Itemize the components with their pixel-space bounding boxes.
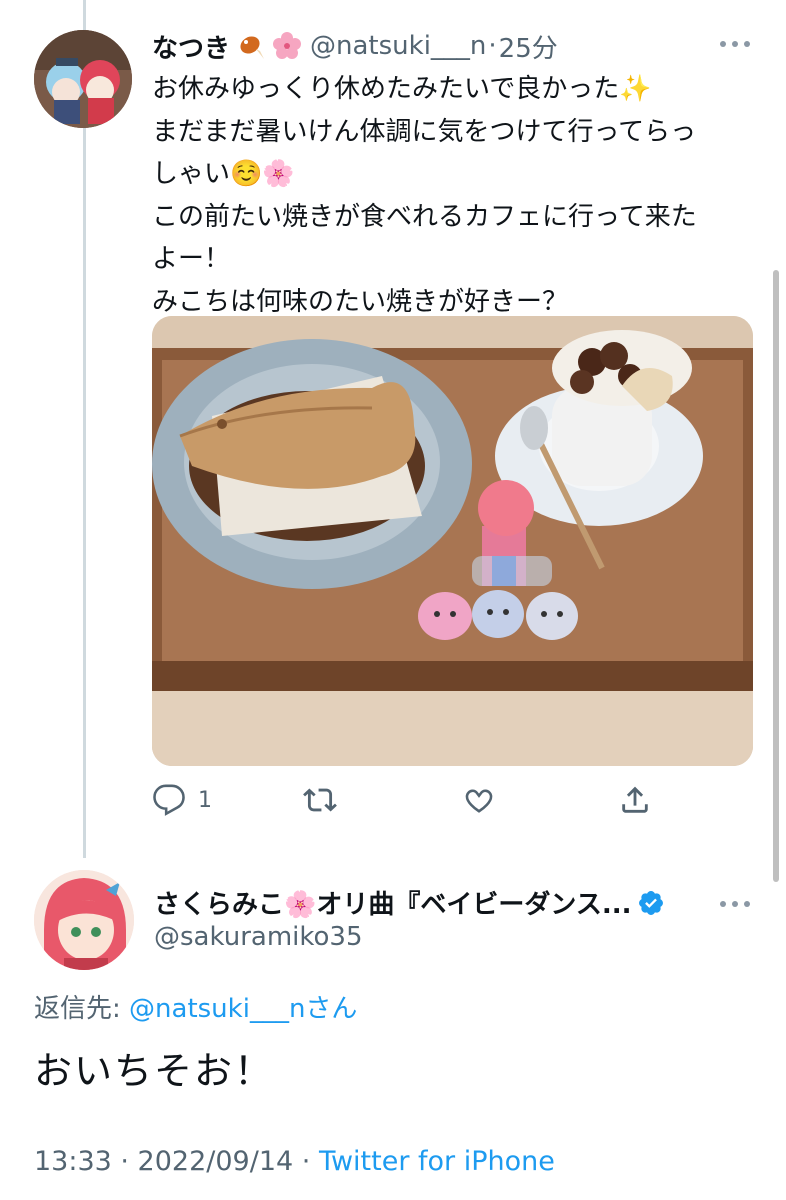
display-name[interactable]: なつき [152,28,230,65]
source-link[interactable]: Twitter for iPhone [319,1146,555,1177]
retweet-icon [303,788,337,812]
reply-icon [153,784,185,816]
reply-count: 1 [198,787,212,813]
replying-to-label: 返信先: [34,994,130,1024]
time-separator: · [488,31,497,61]
tweet-time[interactable]: 25分 [499,28,558,65]
verified-badge-icon [637,889,665,917]
taiyaki-emoji-icon [236,31,266,61]
more-options-icon[interactable] [720,39,750,49]
display-name[interactable]: さくらみこ🌸オリ曲『ベイビーダンス... [154,884,631,921]
tweet-line: まだまだ暑いけん体調に気をつけて行ってらっ [152,116,697,147]
tweet-text: お休みゆっくり休めたみたいで良かった✨ まだまだ暑いけん体調に気をつけて行ってら… [152,68,762,323]
reply-text: おいちそお！ [34,1049,275,1093]
tweet-metadata: 13:33 · 2022/09/14 · Twitter for iPhone [34,1146,555,1177]
reply-header: さくらみこ🌸オリ曲『ベイビーダンス... [154,884,665,921]
thread-connector-line [83,0,86,858]
more-options-icon[interactable] [720,899,750,909]
tweet-line: お休みゆっくり休めたみたいで良かった✨ [152,74,652,104]
tweet-line: よー！ [152,244,231,274]
cherry-blossom-icon [272,31,302,61]
retweet-button[interactable] [302,780,338,820]
replying-to-suffix: さん [305,994,358,1024]
share-button[interactable] [618,780,652,820]
like-button[interactable] [462,780,496,820]
replying-to-mention[interactable]: @natsuki___n [129,994,305,1024]
like-icon [465,789,493,813]
handle[interactable]: @natsuki___n [310,31,486,61]
timestamp[interactable]: 13:33 · 2022/09/14 · [34,1146,319,1177]
avatar[interactable] [34,870,134,970]
handle[interactable]: @sakuramiko35 [154,922,363,952]
tweet-actions: 1 [152,780,672,820]
tweet-line: この前たい焼きが食べれるカフェに行って来た [152,201,697,232]
reply-button[interactable]: 1 [152,780,212,820]
replying-to: 返信先: @natsuki___nさん [34,988,357,1025]
scrollbar[interactable] [773,270,779,882]
avatar[interactable] [34,30,132,128]
tweet-header: なつき @natsuki___n · 25分 [152,24,558,68]
tweet-line: しゃい☺️🌸 [152,159,295,189]
tweet-photo[interactable] [152,316,753,766]
share-icon [622,786,648,813]
